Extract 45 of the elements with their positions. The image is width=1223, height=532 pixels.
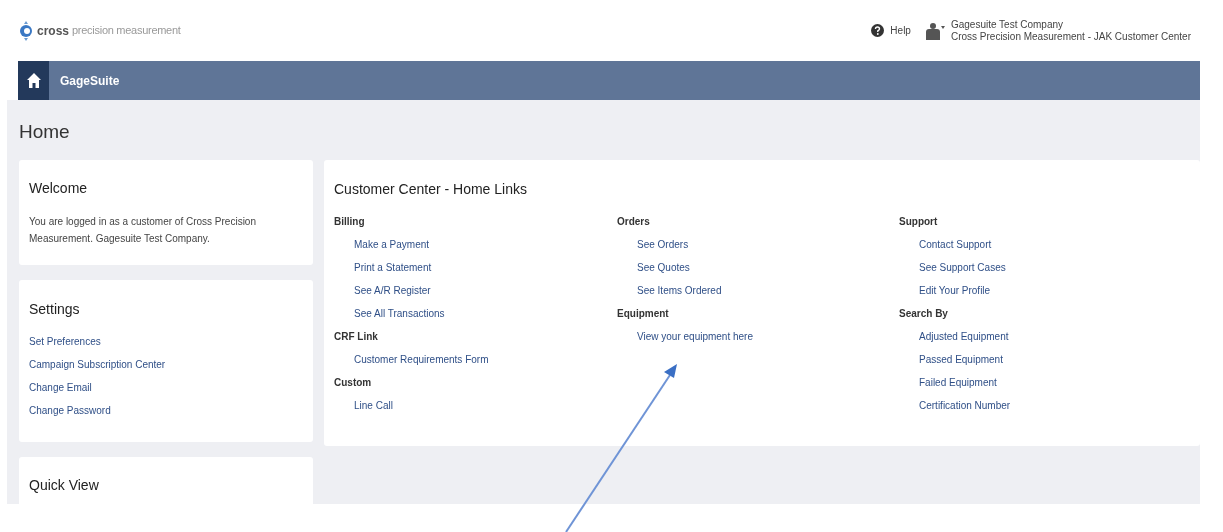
- welcome-text: You are logged in as a customer of Cross Precision Measurement. Gagesuite Test Company.: [29, 215, 257, 246]
- link[interactable]: Line Call: [354, 398, 393, 414]
- home-icon: [25, 72, 42, 89]
- help-link[interactable]: Help: [890, 23, 911, 38]
- help-icon[interactable]: [871, 24, 885, 37]
- section-heading: CRF Link: [334, 330, 378, 344]
- section-heading: Equipment: [617, 307, 669, 321]
- page-title: Home: [19, 120, 71, 144]
- link[interactable]: Print a Statement: [354, 260, 432, 276]
- link[interactable]: See All Transactions: [354, 306, 445, 322]
- app-title[interactable]: GageSuite: [60, 71, 120, 90]
- card-title: Welcome: [29, 179, 89, 198]
- link[interactable]: Customer Requirements Form: [354, 352, 489, 368]
- link[interactable]: See Items Ordered: [637, 283, 722, 299]
- link[interactable]: Campaign Subscription Center: [29, 357, 166, 373]
- link[interactable]: Change Password: [29, 403, 111, 419]
- link[interactable]: See Quotes: [637, 260, 690, 276]
- section-heading: Custom: [334, 376, 372, 390]
- logo-subtext: precision measurement: [72, 23, 181, 39]
- link[interactable]: See A/R Register: [354, 283, 431, 299]
- link[interactable]: Contact Support: [919, 237, 992, 253]
- link[interactable]: Certification Number: [919, 398, 1011, 414]
- logo-text: cross: [37, 22, 70, 40]
- section-heading: Search By: [899, 307, 948, 321]
- link[interactable]: Passed Equipment: [919, 352, 1003, 368]
- link[interactable]: Adjusted Equipment: [919, 329, 1009, 345]
- home-button[interactable]: [18, 61, 49, 100]
- account-company: Gagesuite Test Company: [950, 18, 1065, 31]
- account-center: Cross Precision Measurement - JAK Customer Center: [950, 30, 1191, 43]
- link[interactable]: See Orders: [637, 237, 689, 253]
- card-title: Quick View: [29, 476, 100, 495]
- link[interactable]: Failed Equipment: [919, 375, 997, 391]
- link[interactable]: View your equipment here: [637, 329, 753, 345]
- link[interactable]: Set Preferences: [29, 334, 101, 350]
- link[interactable]: Change Email: [29, 380, 92, 396]
- user-icon[interactable]: [924, 21, 945, 40]
- section-heading: Billing: [334, 215, 365, 229]
- link[interactable]: See Support Cases: [919, 260, 1006, 276]
- link[interactable]: Edit Your Profile: [919, 283, 991, 299]
- card-title: Customer Center - Home Links: [334, 180, 528, 199]
- section-heading: Orders: [617, 215, 650, 229]
- section-heading: Support: [899, 215, 938, 229]
- logo-icon: [18, 20, 34, 41]
- card-title: Settings: [29, 300, 81, 319]
- link[interactable]: Make a Payment: [354, 237, 430, 253]
